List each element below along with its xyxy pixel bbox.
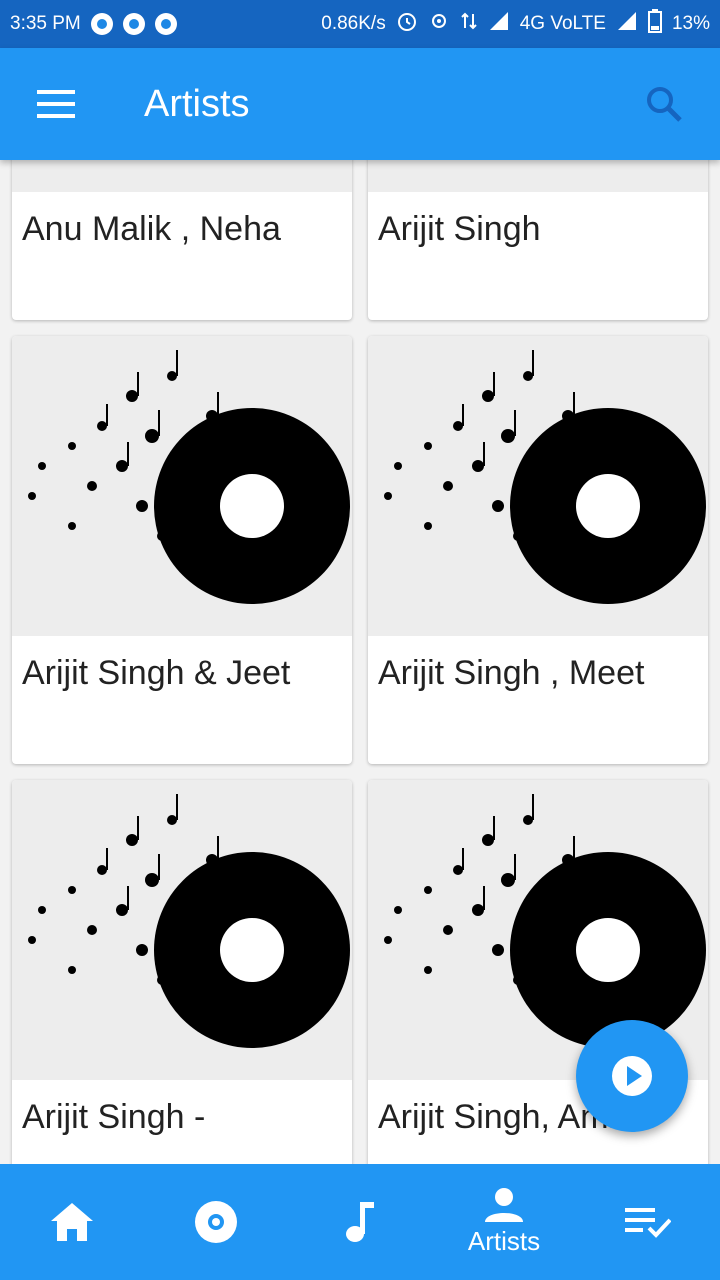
play-circle-icon — [612, 1056, 652, 1096]
artist-card[interactable]: Arijit Singh — [368, 160, 708, 320]
vinyl-notes-icon — [28, 794, 350, 1048]
artist-name: Arijit Singh - — [22, 1098, 206, 1136]
artist-name: Arijit Singh & Jeet — [22, 654, 291, 692]
nav-songs[interactable] — [288, 1164, 432, 1280]
artist-name: Anu Malik , Neha — [22, 210, 281, 248]
nav-albums[interactable] — [144, 1164, 288, 1280]
signal-icon-2 — [616, 10, 638, 38]
menu-icon — [37, 90, 75, 118]
nav-artists-label: Artists — [467, 1225, 541, 1256]
artist-name: Arijit Singh — [378, 210, 541, 248]
alarm-icon — [396, 10, 418, 38]
vinyl-notes-icon — [12, 160, 352, 192]
vinyl-notes-icon — [384, 350, 706, 604]
vinyl-notes-icon — [28, 350, 350, 604]
signal-icon — [488, 10, 510, 38]
person-icon — [485, 1187, 523, 1222]
artist-card[interactable]: Arijit Singh - — [12, 780, 352, 1164]
network-speed: 0.86K/s — [321, 13, 386, 34]
album-art — [368, 336, 708, 636]
nav-home[interactable] — [0, 1164, 144, 1280]
artist-card[interactable]: Arijit Singh & Jeet — [12, 336, 352, 764]
menu-button[interactable] — [0, 48, 112, 160]
search-button[interactable] — [608, 48, 720, 160]
album-icon — [195, 1201, 237, 1243]
album-art — [368, 160, 708, 192]
vinyl-notes-icon — [368, 160, 708, 192]
notification-icon — [122, 13, 145, 35]
artist-card[interactable]: Arijit Singh , Meet — [368, 336, 708, 764]
notification-icon-2 — [154, 13, 177, 35]
album-art — [12, 336, 352, 636]
artist-card[interactable]: Anu Malik , Neha — [12, 160, 352, 320]
artist-grid[interactable]: Anu Malik , Neha Arijit Singh Arijit Sin… — [0, 160, 720, 1164]
nav-playlist[interactable] — [576, 1164, 720, 1280]
data-transfer-icon — [460, 10, 478, 38]
search-icon — [647, 87, 682, 122]
album-art — [12, 160, 352, 192]
network-type: 4G VoLTE — [519, 13, 606, 34]
playlist-icon — [625, 1208, 671, 1238]
battery-level: 13% — [671, 13, 710, 34]
nav-artists[interactable]: Artists — [432, 1164, 576, 1280]
hotspot-icon — [428, 10, 450, 38]
artist-name: Arijit Singh , Meet — [378, 654, 645, 692]
battery-icon — [647, 9, 662, 39]
album-art — [12, 780, 352, 1080]
status-bar: 3:35 PM 0.86K/s 4G VoLTE 13% — [0, 0, 720, 48]
app-bar: Artists — [0, 48, 720, 160]
page-title: Artists — [144, 82, 250, 125]
usb-icon — [90, 13, 113, 35]
music-note-icon — [346, 1202, 374, 1242]
bottom-nav: Artists — [0, 1164, 720, 1280]
play-fab-button[interactable] — [576, 1020, 688, 1132]
home-icon — [51, 1203, 93, 1241]
status-time: 3:35 PM — [10, 13, 81, 34]
